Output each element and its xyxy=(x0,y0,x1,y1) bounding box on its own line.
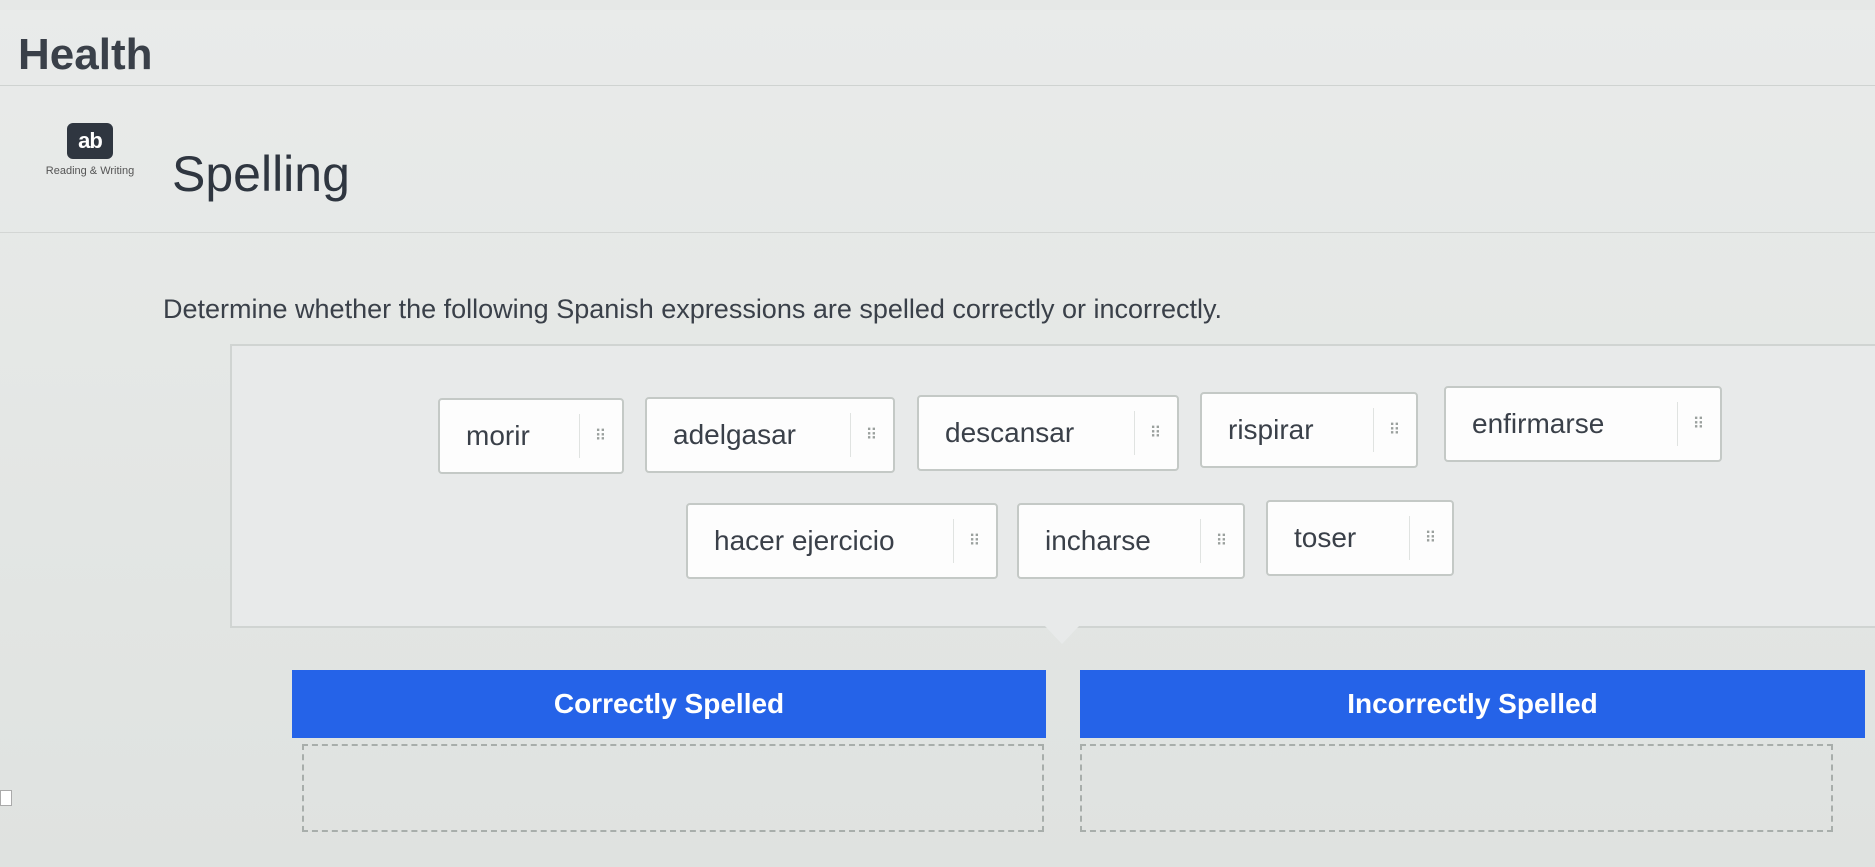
drag-handle-icon[interactable]: ⠿ xyxy=(1134,411,1177,455)
divider xyxy=(0,232,1875,233)
correctly-spelled-header: Correctly Spelled xyxy=(292,670,1046,738)
incorrectly-spelled-drop-zone[interactable] xyxy=(1080,744,1833,832)
drag-handle-icon[interactable]: ⠿ xyxy=(850,413,893,457)
badge-label: Reading & Writing xyxy=(45,165,135,177)
chip-label: descansar xyxy=(945,417,1075,448)
draggable-chip-toser[interactable]: toser ⠿ xyxy=(1266,500,1454,576)
section-title: Spelling xyxy=(172,146,350,202)
incorrectly-spelled-header: Incorrectly Spelled xyxy=(1080,670,1865,738)
chip-label: morir xyxy=(466,420,530,451)
reading-writing-badge: ab Reading & Writing xyxy=(40,123,140,177)
draggable-chip-hacer-ejercicio[interactable]: hacer ejercicio ⠿ xyxy=(686,503,998,579)
drag-handle-icon[interactable]: ⠿ xyxy=(953,519,996,563)
word-bank-pointer xyxy=(1045,626,1079,644)
drag-handle-icon[interactable]: ⠿ xyxy=(1200,519,1243,563)
chip-label: incharse xyxy=(1045,525,1151,556)
drag-handle-icon[interactable]: ⠿ xyxy=(1409,516,1452,560)
instructions: Determine whether the following Spanish … xyxy=(163,294,1222,324)
drag-handle-icon[interactable]: ⠿ xyxy=(1677,402,1720,446)
draggable-chip-adelgasar[interactable]: adelgasar ⠿ xyxy=(645,397,895,473)
divider xyxy=(0,85,1875,86)
drag-handle-icon[interactable]: ⠿ xyxy=(1373,408,1416,452)
page-title: Health xyxy=(18,30,153,79)
draggable-chip-morir[interactable]: morir ⠿ xyxy=(438,398,624,474)
draggable-chip-rispirar[interactable]: rispirar ⠿ xyxy=(1200,392,1418,468)
drag-handle-icon[interactable]: ⠿ xyxy=(579,414,622,458)
chip-label: adelgasar xyxy=(673,419,796,450)
draggable-chip-enfirmarse[interactable]: enfirmarse ⠿ xyxy=(1444,386,1722,462)
chip-label: toser xyxy=(1294,522,1357,553)
chip-label: rispirar xyxy=(1228,414,1314,445)
draggable-chip-descansar[interactable]: descansar ⠿ xyxy=(917,395,1179,471)
side-marker xyxy=(0,790,12,806)
reading-writing-icon: ab xyxy=(67,123,113,159)
draggable-chip-incharse[interactable]: incharse ⠿ xyxy=(1017,503,1245,579)
chip-label: hacer ejercicio xyxy=(714,525,895,556)
correctly-spelled-drop-zone[interactable] xyxy=(302,744,1044,832)
chip-label: enfirmarse xyxy=(1472,408,1605,439)
top-strip xyxy=(0,0,1875,10)
